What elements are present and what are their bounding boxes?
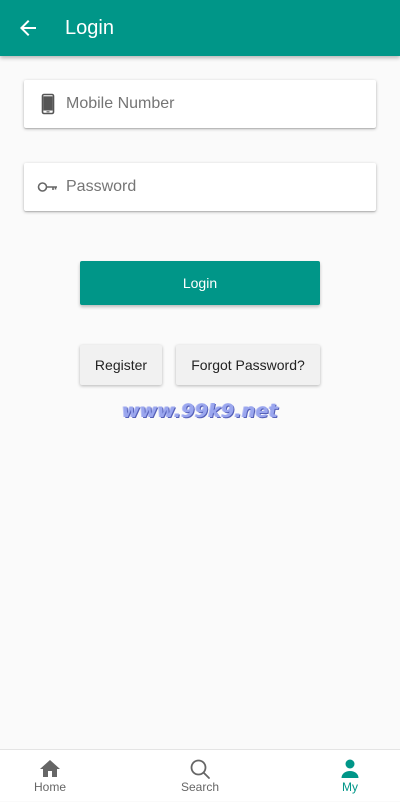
nav-item-my[interactable]: My xyxy=(300,750,400,802)
nav-item-home[interactable]: Home xyxy=(0,750,100,802)
key-icon xyxy=(37,182,57,192)
person-icon xyxy=(341,759,359,778)
smartphone-icon xyxy=(41,93,55,115)
arrow-left-icon xyxy=(20,20,36,36)
watermark: www.99k9.net xyxy=(121,400,279,422)
nav-label-home: Home xyxy=(33,780,66,794)
app-bar: Login xyxy=(0,0,400,56)
password-field[interactable] xyxy=(24,163,376,211)
home-icon xyxy=(40,760,60,777)
nav-item-search[interactable]: Search xyxy=(150,750,250,802)
nav-label-my: My xyxy=(342,780,358,794)
login-button[interactable]: Login xyxy=(80,261,320,305)
mobile-number-field[interactable] xyxy=(24,80,376,128)
mobile-number-input[interactable] xyxy=(66,80,366,128)
register-button[interactable]: Register xyxy=(80,345,162,385)
nav-label-search: Search xyxy=(180,780,220,794)
search-icon xyxy=(190,759,210,779)
page-title: Login xyxy=(65,17,114,39)
back-button[interactable] xyxy=(8,8,48,48)
password-input[interactable] xyxy=(66,163,366,211)
bottom-navigation: Home Search My xyxy=(0,749,400,801)
forgot-password-button[interactable]: Forgot Password? xyxy=(176,345,320,385)
